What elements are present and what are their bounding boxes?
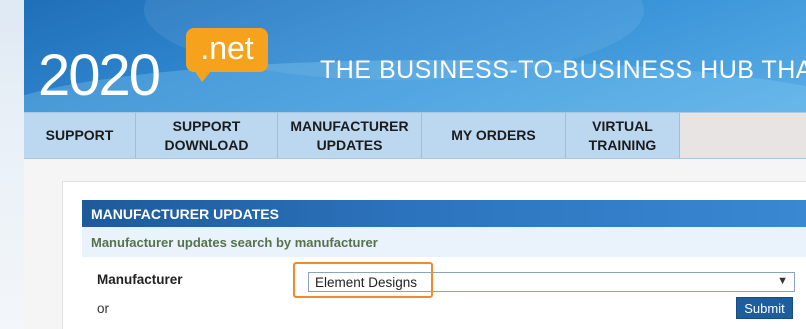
main-nav: SUPPORT SUPPORT DOWNLOAD MANUFACTURER UP…: [24, 112, 806, 159]
nav-my-orders[interactable]: MY ORDERS: [422, 113, 566, 158]
site-logo[interactable]: 2020 .net: [38, 28, 278, 108]
manufacturer-select[interactable]: Element Designs ▼: [308, 272, 795, 292]
submit-button[interactable]: Submit: [736, 297, 793, 319]
window-edge: [0, 0, 24, 329]
section-title: MANUFACTURER UPDATES: [91, 205, 279, 222]
nav-support-download-label: SUPPORT DOWNLOAD: [164, 117, 249, 153]
header-tagline: THE BUSINESS-TO-BUSINESS HUB THAT KEEPS …: [320, 56, 806, 84]
site-header: 2020 .net THE BUSINESS-TO-BUSINESS HUB T…: [24, 0, 806, 112]
section-subtitle: Manufacturer updates search by manufactu…: [91, 234, 378, 250]
nav-support-label: SUPPORT: [45, 127, 114, 143]
nav-my-orders-label: MY ORDERS: [451, 127, 536, 143]
nav-manufacturer-updates-label: MANUFACTURER UPDATES: [290, 117, 409, 153]
logo-suffix: .net: [200, 30, 254, 66]
logo-speech-bubble: .net: [186, 28, 268, 82]
nav-manufacturer-updates[interactable]: MANUFACTURER UPDATES: [278, 113, 422, 158]
section-subtitle-bar: Manufacturer updates search by manufactu…: [82, 227, 806, 257]
nav-virtual-training[interactable]: VIRTUAL TRAINING: [566, 113, 680, 158]
manufacturer-select-value: Element Designs: [315, 274, 418, 290]
dropdown-arrow-icon: ▼: [777, 275, 788, 287]
or-label: or: [97, 301, 110, 316]
logo-number: 2020: [38, 43, 161, 108]
manufacturer-label: Manufacturer: [97, 272, 183, 287]
page: 2020 .net THE BUSINESS-TO-BUSINESS HUB T…: [0, 0, 806, 329]
nav-support-download[interactable]: SUPPORT DOWNLOAD: [136, 113, 278, 158]
nav-virtual-training-label: VIRTUAL TRAINING: [588, 117, 657, 153]
nav-support[interactable]: SUPPORT: [24, 113, 136, 158]
section-title-bar: MANUFACTURER UPDATES: [82, 200, 806, 227]
